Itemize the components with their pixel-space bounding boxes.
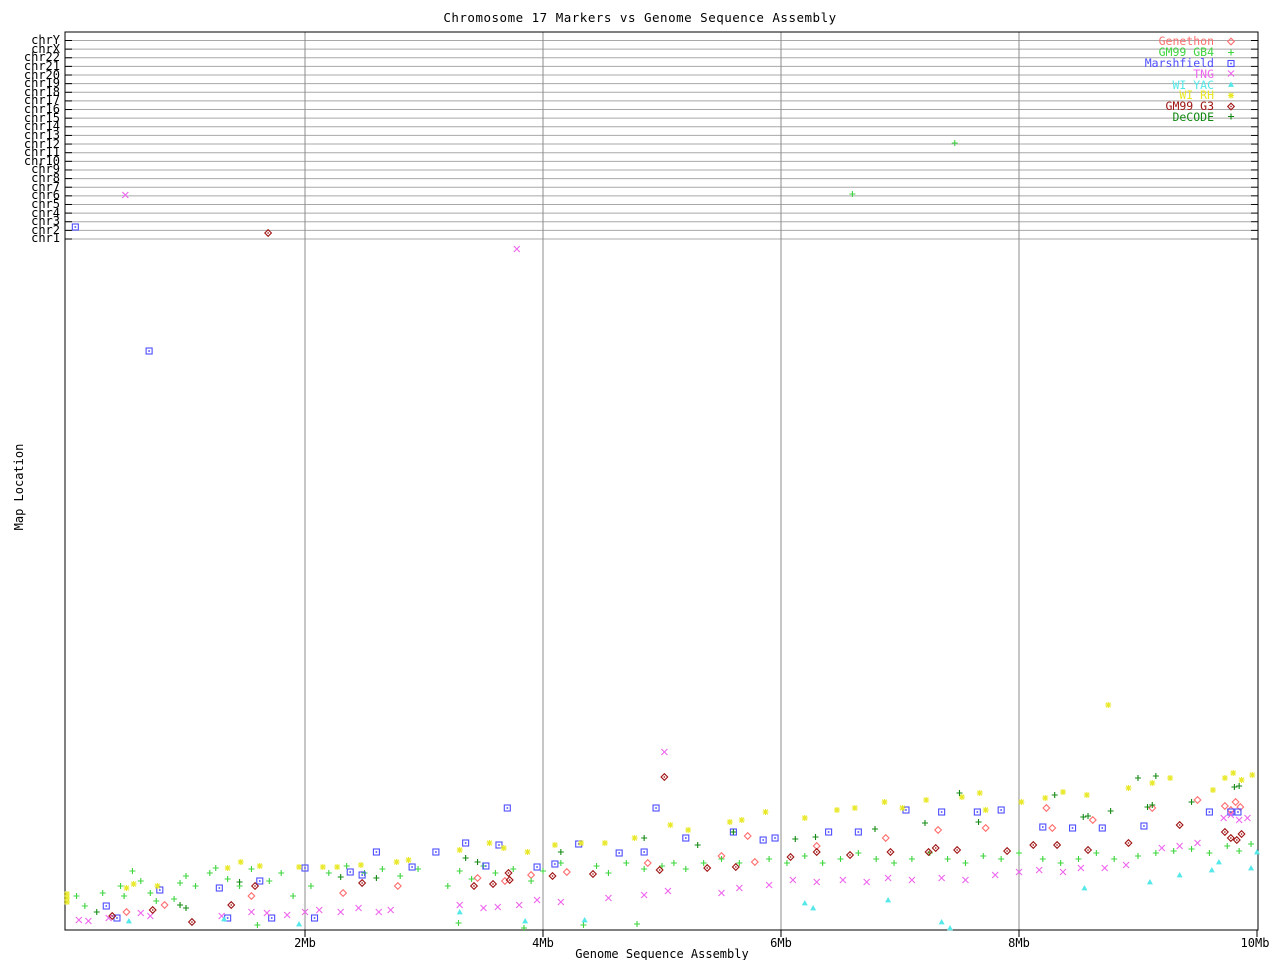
legend: Genethon GM99 GB4 Marshfield TNG WI YAC … [1080, 34, 1240, 124]
series-wi-rh-points [64, 702, 1256, 905]
diamond-open-icon [1226, 37, 1236, 46]
legend-item-wi-yac: WI YAC [1080, 78, 1240, 92]
plus-icon [1228, 113, 1234, 120]
x-tick-label-8Mb: 8Mb [1008, 936, 1030, 950]
x-tick-label-2Mb: 2Mb [294, 936, 316, 950]
legend-item-decode: DeCODE [1080, 109, 1240, 124]
plus-icon [1228, 49, 1234, 56]
chart-canvas: Chromosome 17 Markers vs Genome Sequence… [0, 0, 1280, 960]
triangle-icon [1228, 81, 1234, 87]
series-genethon-points [122, 795, 1245, 917]
series-wi-yac-points [125, 849, 1260, 931]
x-gridlines [304, 32, 1258, 937]
series-marshfield-points [71, 223, 1242, 922]
square-dot-icon [1227, 59, 1235, 67]
legend-label: DeCODE [1172, 109, 1214, 124]
series-gm99-g3-points [108, 228, 1246, 927]
series-gm99-gb4-points [73, 140, 1255, 931]
diamond-dot-icon [1226, 102, 1236, 111]
cross-icon [1227, 70, 1235, 78]
plot-border [64, 31, 1259, 931]
series-decode-points [93, 773, 1243, 915]
legend-item-marshfield: Marshfield [1080, 56, 1240, 70]
x-tick-label-4Mb: 4Mb [532, 936, 554, 950]
x-tick-label-6Mb: 6Mb [770, 936, 792, 950]
scatter-plot [64, 31, 1260, 937]
asterisk-icon [1228, 92, 1234, 99]
x-tick-label-10Mb: 10Mb [1240, 936, 1270, 950]
legend-item-wi-rh: WI RH [1080, 88, 1240, 102]
series-tng-points [75, 191, 1251, 925]
y-axis-label-chr1: chr1 [31, 231, 60, 246]
legend-item-tng: TNG [1080, 67, 1240, 81]
legend-item-gm99-g3: GM99 G3 [1080, 99, 1240, 113]
